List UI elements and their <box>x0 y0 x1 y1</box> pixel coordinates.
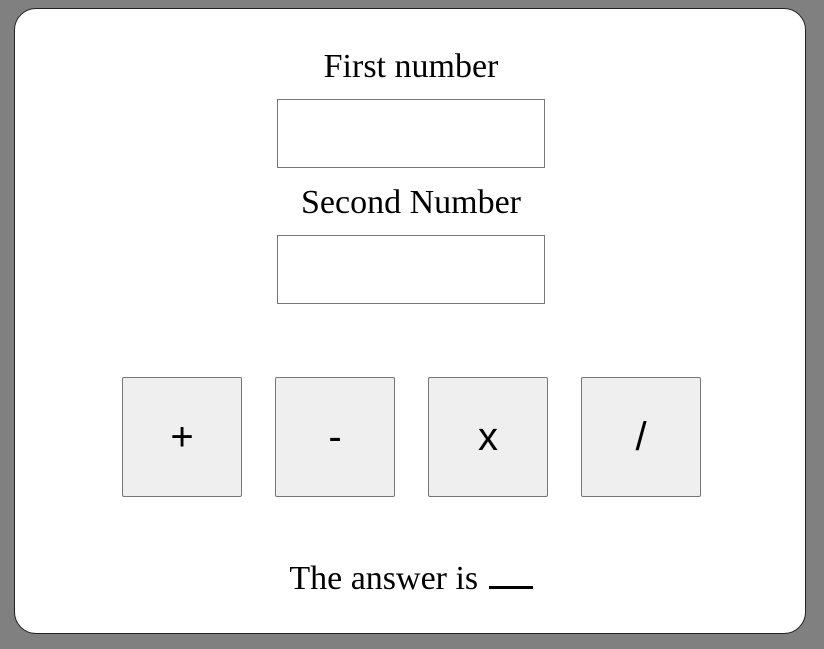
second-number-input[interactable] <box>277 235 545 304</box>
answer-value <box>488 560 533 589</box>
multiply-button[interactable]: x <box>428 377 548 497</box>
calculator-card: First number Second Number + - x / The a… <box>14 8 806 634</box>
subtract-button[interactable]: - <box>275 377 395 497</box>
answer-line: The answer is <box>15 559 807 599</box>
answer-prefix: The answer is <box>289 560 479 597</box>
add-button[interactable]: + <box>122 377 242 497</box>
divide-button[interactable]: / <box>581 377 701 497</box>
second-number-label: Second Number <box>300 184 521 221</box>
first-number-label: First number <box>323 48 499 85</box>
first-number-input[interactable] <box>277 99 545 168</box>
